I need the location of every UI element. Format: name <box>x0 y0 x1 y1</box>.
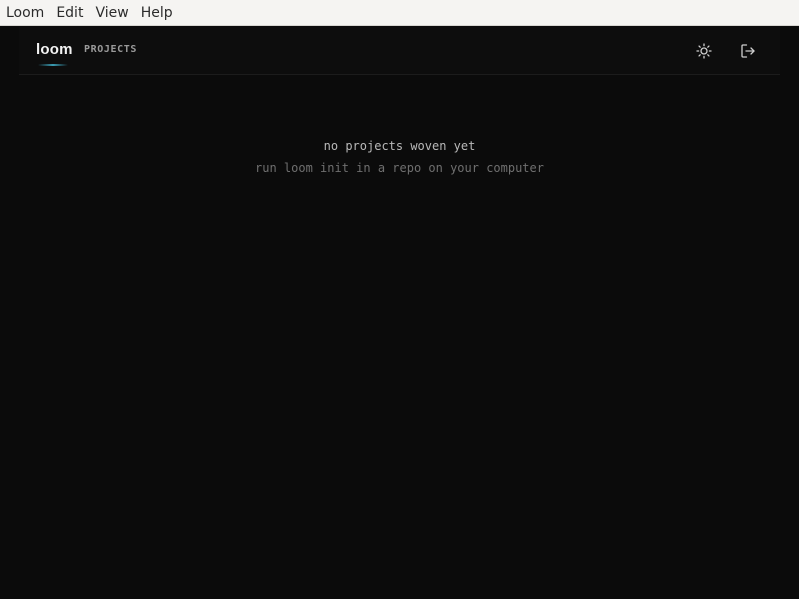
empty-state: no projects woven yet run loom init in a… <box>0 137 799 177</box>
empty-state-subtitle: run loom init in a repo on your computer <box>255 161 544 175</box>
logout-icon <box>741 44 755 58</box>
nav-projects-link[interactable]: PROJECTS <box>84 44 137 55</box>
sun-icon <box>696 43 712 59</box>
menu-view[interactable]: View <box>89 0 134 26</box>
menu-loom[interactable]: Loom <box>0 0 50 26</box>
empty-state-title: no projects woven yet <box>323 139 476 153</box>
menubar: Loom Edit View Help <box>0 0 799 26</box>
top-header: loom PROJECTS <box>19 27 780 75</box>
menu-help[interactable]: Help <box>135 0 179 26</box>
logout-button[interactable] <box>738 41 758 61</box>
brand-logo[interactable]: loom <box>36 41 73 58</box>
app-window: loom PROJECTS no projects woven yet run … <box>0 27 799 599</box>
brand-underline <box>38 64 68 66</box>
menu-edit[interactable]: Edit <box>50 0 89 26</box>
theme-toggle-button[interactable] <box>694 41 714 61</box>
